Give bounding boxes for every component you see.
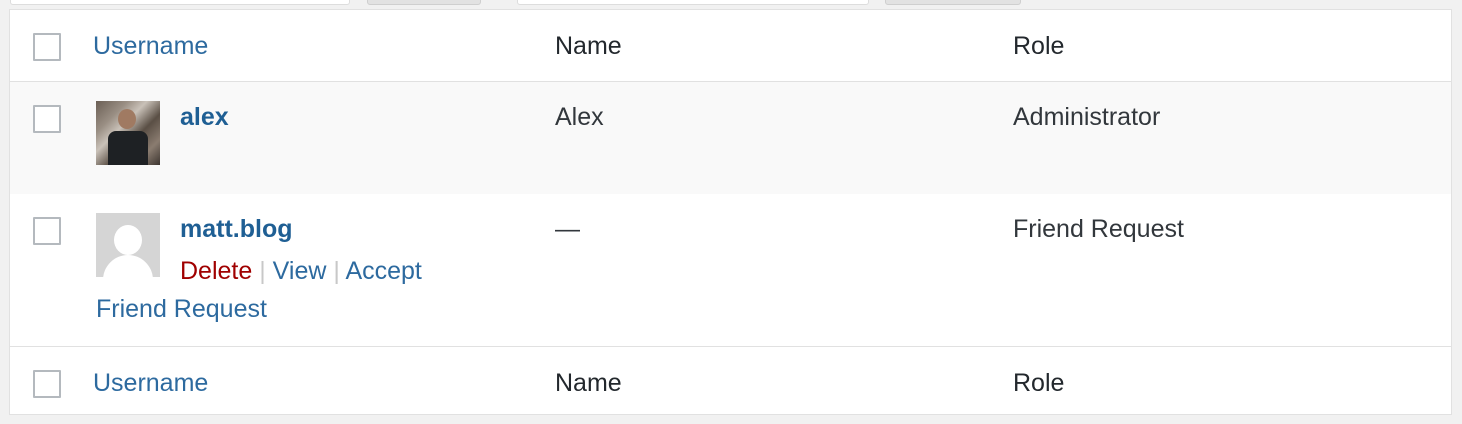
select-all-checkbox[interactable]	[33, 370, 61, 398]
action-separator: |	[333, 257, 346, 285]
column-footer-name: Name	[555, 369, 622, 397]
default-avatar-icon	[96, 213, 160, 277]
accept-friend-request-link[interactable]: Accept	[345, 257, 421, 285]
select-all-checkbox[interactable]	[33, 33, 61, 61]
apply-button[interactable]	[367, 0, 481, 5]
username-link[interactable]: alex	[180, 102, 229, 132]
users-table: Username Name Role alex Alex Administrat…	[9, 9, 1452, 415]
bulk-actions-bar	[0, 0, 1462, 6]
avatar	[96, 101, 160, 165]
username-link[interactable]: matt.blog	[180, 214, 293, 244]
change-role-select[interactable]	[517, 0, 869, 5]
user-role: Friend Request	[1013, 215, 1184, 243]
table-header-row: Username Name Role	[10, 10, 1451, 82]
user-role: Administrator	[1013, 103, 1161, 131]
table-row: matt.blog Delete | View | Accept Friend …	[10, 194, 1451, 346]
table-footer-row: Username Name Role	[10, 346, 1451, 415]
bulk-action-select[interactable]	[10, 0, 350, 5]
table-row: alex Alex Administrator	[10, 82, 1451, 194]
row-checkbox[interactable]	[33, 105, 61, 133]
column-footer-username[interactable]: Username	[93, 368, 208, 398]
action-separator: |	[259, 257, 273, 285]
row-actions: Delete | View | Accept	[180, 256, 422, 286]
column-header-username[interactable]: Username	[93, 31, 208, 61]
view-link[interactable]: View	[273, 257, 327, 285]
column-footer-role: Role	[1013, 369, 1065, 397]
change-button[interactable]	[885, 0, 1021, 5]
accept-friend-request-link-cont[interactable]: Friend Request	[96, 294, 267, 324]
user-name: —	[555, 215, 580, 243]
row-checkbox[interactable]	[33, 217, 61, 245]
column-header-role: Role	[1013, 32, 1065, 60]
column-header-name: Name	[555, 32, 622, 60]
delete-link[interactable]: Delete	[180, 257, 252, 285]
user-name: Alex	[555, 103, 604, 131]
